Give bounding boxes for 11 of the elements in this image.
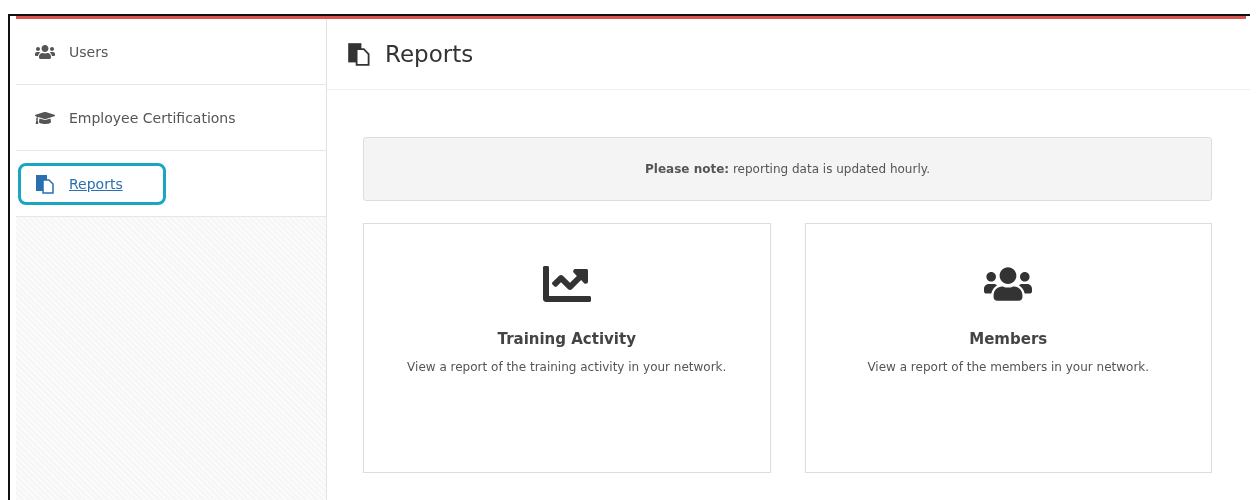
report-card[interactable]: Training Activity View a report of the training activity in your network. [363, 223, 771, 473]
notice-banner: Please note: reporting data is updated hourly. [363, 137, 1212, 201]
card-title: Members [969, 330, 1048, 348]
card-title: Training Activity [497, 330, 636, 348]
card-description: View a report of the training activity in your network. [407, 360, 727, 374]
documents-icon [347, 42, 371, 66]
page-title: Reports [385, 41, 474, 67]
documents-icon [35, 173, 55, 194]
sidebar-link[interactable]: Reports [18, 162, 166, 205]
card-description: View a report of the members in your network. [867, 360, 1150, 374]
report-card[interactable]: Members View a report of the members in your network. [804, 223, 1212, 473]
